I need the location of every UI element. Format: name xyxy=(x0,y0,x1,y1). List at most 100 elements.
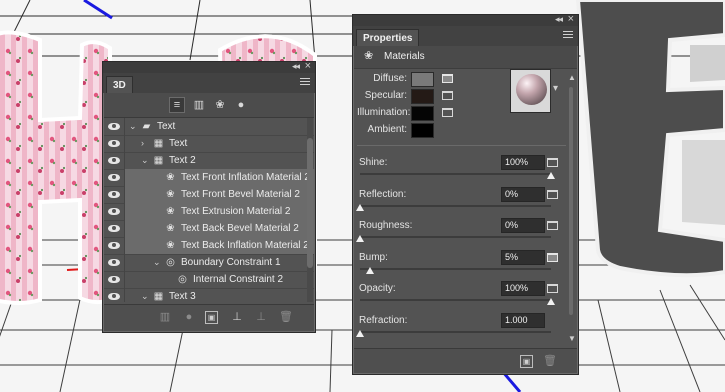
chevron-down-icon[interactable]: ⌄ xyxy=(141,152,149,169)
visibility-toggle[interactable] xyxy=(104,118,125,135)
value-field[interactable]: 0% xyxy=(501,186,545,202)
slider-knob[interactable] xyxy=(356,329,364,337)
layer-body[interactable]: ❀ Text Front Bevel Material 2 xyxy=(125,186,314,203)
layer-row[interactable]: ❀ Text Front Inflation Material 2 xyxy=(104,169,314,187)
slider-track[interactable] xyxy=(360,204,551,207)
add-mesh-icon[interactable]: ▥ xyxy=(158,310,172,324)
tab-properties[interactable]: Properties xyxy=(356,29,420,47)
texture-map-icon[interactable] xyxy=(547,252,558,262)
add-light-icon[interactable]: ● xyxy=(182,310,196,324)
panel-menu-icon[interactable] xyxy=(563,31,573,40)
slider-track[interactable] xyxy=(360,330,551,333)
color-swatch[interactable] xyxy=(411,106,434,121)
folder-icon[interactable] xyxy=(442,91,453,100)
value-field[interactable]: 0% xyxy=(501,218,545,233)
layer-body[interactable]: ⌄ ▦ Text 3 xyxy=(125,288,314,302)
layer-row[interactable]: ⌄ ▦ Text 3 xyxy=(104,288,314,302)
collapse-icon[interactable]: ◂◂ xyxy=(555,14,563,25)
layer-row[interactable]: ⌄ ◎ Boundary Constraint 1 xyxy=(104,254,314,272)
eye-icon[interactable] xyxy=(108,191,120,198)
layer-row[interactable]: ❀ Text Extrusion Material 2 xyxy=(104,203,314,221)
slider-track[interactable] xyxy=(360,299,551,301)
eye-icon[interactable] xyxy=(108,123,120,130)
lights-icon[interactable]: ● xyxy=(233,97,249,113)
panel-3d-titlebar[interactable]: ◂◂ × xyxy=(103,60,315,73)
eye-icon[interactable] xyxy=(108,174,120,181)
drop-to-ground-icon[interactable]: ⊥ xyxy=(230,310,244,324)
visibility-toggle[interactable] xyxy=(104,152,125,169)
whole-scene-icon[interactable]: ≡ xyxy=(169,97,185,113)
slider-track[interactable] xyxy=(360,236,551,238)
collapse-icon[interactable]: ◂◂ xyxy=(292,61,300,72)
layer-row[interactable]: › ▦ Text xyxy=(104,135,314,153)
visibility-toggle[interactable] xyxy=(104,288,125,302)
slider-knob[interactable] xyxy=(547,298,555,305)
chevron-right-icon[interactable]: › xyxy=(141,135,144,152)
material-preview[interactable] xyxy=(510,69,551,113)
tab-3d[interactable]: 3D xyxy=(106,76,133,94)
layer-row[interactable]: ⌄ ▦ Text 2 xyxy=(104,152,314,170)
layer-body[interactable]: ❀ Text Back Bevel Material 2 xyxy=(125,220,314,237)
folder-icon[interactable] xyxy=(547,189,558,199)
visibility-toggle[interactable] xyxy=(104,220,125,237)
eye-icon[interactable] xyxy=(108,242,120,249)
chevron-down-icon[interactable]: ⌄ xyxy=(153,254,161,271)
folder-icon[interactable] xyxy=(547,284,558,293)
visibility-toggle[interactable] xyxy=(104,169,125,186)
layer-body[interactable]: ❀ Text Front Inflation Material 2 xyxy=(125,169,314,186)
trash-icon[interactable]: 🗑 xyxy=(279,310,293,324)
eye-icon[interactable] xyxy=(108,140,120,147)
layer-row[interactable]: ◎ Internal Constraint 2 xyxy=(104,271,314,289)
meshes-icon[interactable]: ▥ xyxy=(191,97,207,113)
layer-row[interactable]: ⌄ ▰ Text xyxy=(104,118,314,136)
folder-icon[interactable] xyxy=(547,221,558,230)
visibility-toggle[interactable] xyxy=(104,203,125,220)
layer-body[interactable]: › ▦ Text xyxy=(125,135,314,152)
value-field[interactable]: 100% xyxy=(501,281,545,296)
eye-icon[interactable] xyxy=(108,208,120,215)
chevron-down-icon[interactable]: ⌄ xyxy=(129,118,137,135)
slider-track[interactable] xyxy=(360,267,551,270)
panel-properties-titlebar[interactable]: ◂◂ × xyxy=(353,13,578,26)
folder-icon[interactable] xyxy=(547,158,558,167)
visibility-toggle[interactable] xyxy=(104,254,125,271)
value-field[interactable]: 5% xyxy=(501,249,545,265)
constraint-add-icon[interactable]: ⊥ xyxy=(254,310,268,324)
scrollbar-thumb[interactable] xyxy=(569,87,573,315)
close-icon[interactable]: × xyxy=(568,13,574,25)
eye-icon[interactable] xyxy=(108,225,120,232)
materials-icon[interactable]: ❀ xyxy=(212,97,228,113)
slider-knob[interactable] xyxy=(365,266,374,274)
layer-row[interactable]: ❀ Text Back Inflation Material 2 xyxy=(104,237,314,255)
layer-row[interactable]: ❀ Text Back Bevel Material 2 xyxy=(104,220,314,238)
layer-list-scrollbar[interactable] xyxy=(307,118,313,302)
visibility-toggle[interactable] xyxy=(104,186,125,203)
scrollbar-thumb[interactable] xyxy=(307,138,313,268)
eye-icon[interactable] xyxy=(108,157,120,164)
scroll-up-icon[interactable]: ▲ xyxy=(568,73,576,82)
eye-icon[interactable] xyxy=(108,276,120,283)
chevron-down-icon[interactable]: ⌄ xyxy=(141,288,149,302)
value-field[interactable]: 1.000 xyxy=(501,312,545,328)
slider-knob[interactable] xyxy=(356,235,364,242)
layer-body[interactable]: ◎ Internal Constraint 2 xyxy=(125,271,314,288)
layer-row[interactable]: ❀ Text Front Bevel Material 2 xyxy=(104,186,314,204)
layer-body[interactable]: ⌄ ▰ Text xyxy=(125,118,314,135)
render-icon[interactable]: ▣ xyxy=(205,311,218,324)
slider-knob[interactable] xyxy=(356,203,364,211)
chevron-down-icon[interactable]: ▾ xyxy=(553,83,558,94)
eye-icon[interactable] xyxy=(108,259,120,266)
close-icon[interactable]: × xyxy=(305,60,311,72)
scroll-down-icon[interactable]: ▼ xyxy=(568,334,576,343)
layer-body[interactable]: ⌄ ▦ Text 2 xyxy=(125,152,314,169)
eye-icon[interactable] xyxy=(108,293,120,300)
slider-track[interactable] xyxy=(360,173,551,175)
layer-body[interactable]: ⌄ ◎ Boundary Constraint 1 xyxy=(125,254,314,271)
panel-menu-icon[interactable] xyxy=(300,78,310,87)
visibility-toggle[interactable] xyxy=(104,135,125,152)
color-swatch[interactable] xyxy=(411,89,434,104)
color-swatch[interactable] xyxy=(411,72,434,87)
value-field[interactable]: 100% xyxy=(501,155,545,170)
trash-icon[interactable]: 🗑 xyxy=(543,354,557,368)
properties-scrollbar[interactable]: ▲ ▼ xyxy=(566,73,576,343)
